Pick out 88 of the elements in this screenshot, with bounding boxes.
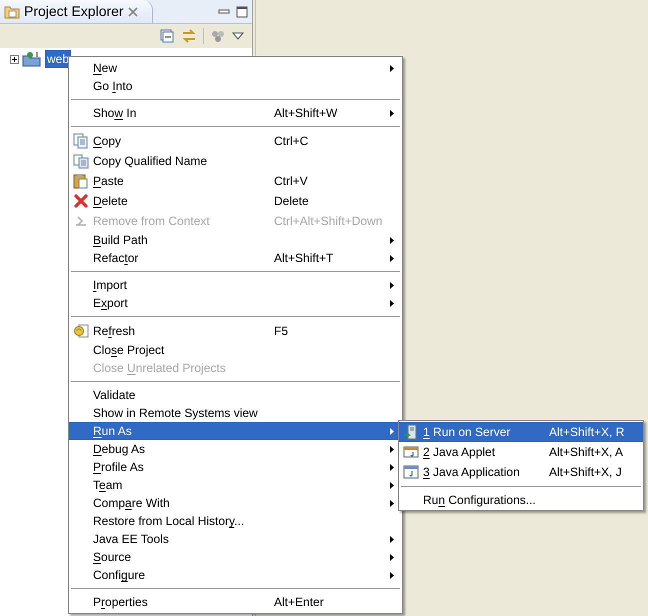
view-tab[interactable]: Project Explorer: [0, 0, 153, 23]
menu-label: Profile As: [93, 460, 144, 474]
menu-item[interactable]: Team: [69, 476, 402, 494]
shortcut-label: F5: [274, 323, 288, 340]
menu-item[interactable]: Configure: [69, 566, 402, 584]
menu-item[interactable]: Show In Alt+Shift+W: [69, 104, 402, 122]
menu-item[interactable]: Copy Ctrl+C: [69, 131, 402, 151]
menu-label: Copy Qualified Name: [93, 154, 208, 168]
shortcut-label: Alt+Shift+X, A: [549, 444, 624, 461]
menu-label: Restore from Local History...: [93, 514, 244, 528]
menu-item[interactable]: Source: [69, 548, 402, 566]
shortcut-label: Alt+Shift+X, R: [549, 424, 624, 441]
server-icon: [403, 424, 419, 440]
close-icon[interactable]: [128, 6, 138, 16]
shortcut-label: Ctrl+Alt+Shift+Down: [274, 213, 382, 230]
view-title: Project Explorer: [24, 2, 124, 21]
refresh-icon: [73, 323, 89, 339]
shortcut-label: Alt+Shift+W: [274, 105, 338, 122]
menu-item[interactable]: 1 Run on Server Alt+Shift+X, R: [399, 422, 643, 442]
menu-label: Validate: [93, 388, 136, 402]
menu-item[interactable]: Validate: [69, 386, 402, 404]
menu-item[interactable]: Debug As: [69, 440, 402, 458]
applet-icon: [403, 444, 419, 460]
menu-label: Close Unrelated Projects: [93, 361, 226, 375]
menu-label: 2 Java Applet: [423, 445, 496, 459]
menu-item[interactable]: Restore from Local History...: [69, 512, 402, 530]
menu-label: Import: [93, 278, 128, 292]
copy-icon: [73, 153, 89, 169]
menu-label: 3 Java Application: [423, 465, 520, 479]
tree-item[interactable]: web: [45, 50, 72, 68]
application-icon: [403, 464, 419, 480]
copy-icon: [73, 133, 89, 149]
menu-label: Show In: [93, 106, 136, 120]
menu-item[interactable]: Paste Ctrl+V: [69, 171, 402, 191]
menu-item[interactable]: Compare With: [69, 494, 402, 512]
menu-item[interactable]: Profile As: [69, 458, 402, 476]
menu-label: Refresh: [93, 324, 136, 338]
project-folder-icon: [22, 51, 42, 67]
menu-label: Remove from Context: [93, 214, 210, 228]
menu-label: Source: [93, 550, 132, 564]
shortcut-label: Alt+Enter: [274, 594, 324, 611]
view-menu-icon[interactable]: [232, 32, 244, 40]
menu-item[interactable]: Export: [69, 294, 402, 312]
menu-label: Go Into: [93, 79, 132, 93]
menu-label: Team: [93, 478, 122, 492]
menu-item[interactable]: New: [69, 59, 402, 77]
menu-label: Close Project: [93, 343, 164, 357]
menu-label: Refactor: [93, 251, 138, 265]
menu-item[interactable]: Java EE Tools: [69, 530, 402, 548]
menu-label: Debug As: [93, 442, 146, 456]
menu-label: 1 Run on Server: [423, 425, 510, 439]
shortcut-label: Ctrl+V: [274, 173, 308, 190]
menu-item[interactable]: Show in Remote Systems view: [69, 404, 402, 422]
collapse-all-icon[interactable]: [159, 28, 175, 44]
menu-label: Compare With: [93, 496, 170, 510]
shortcut-label: Alt+Shift+X, J: [549, 464, 622, 481]
menu-label: Java EE Tools: [93, 532, 169, 546]
menu-label: Properties: [93, 595, 148, 609]
menu-label: Build Path: [93, 233, 148, 247]
menu-item[interactable]: Run Configurations...: [399, 491, 643, 509]
menu-item[interactable]: Refactor Alt+Shift+T: [69, 249, 402, 267]
menu-label: Export: [93, 296, 128, 310]
menu-item[interactable]: Properties Alt+Enter: [69, 593, 402, 611]
menu-item[interactable]: Refresh F5: [69, 321, 402, 341]
shortcut-label: Delete: [274, 193, 309, 210]
folder-icon: [4, 4, 20, 18]
maximize-icon[interactable]: [236, 6, 248, 18]
menu-item[interactable]: 2 Java Applet Alt+Shift+X, A: [399, 442, 643, 462]
menu-label: Run Configurations...: [423, 493, 536, 507]
menu-label: New: [93, 61, 118, 75]
menu-item[interactable]: 3 Java Application Alt+Shift+X, J: [399, 462, 643, 482]
clipboard-icon: [73, 173, 89, 189]
menu-item[interactable]: Delete Delete: [69, 191, 402, 211]
shortcut-label: Alt+Shift+T: [274, 250, 334, 267]
menu-label: Delete: [93, 194, 128, 208]
delete-icon: [73, 193, 89, 209]
menu-item[interactable]: Copy Qualified Name: [69, 151, 402, 171]
expand-icon[interactable]: [10, 54, 19, 64]
menu-label: Show in Remote Systems view: [93, 406, 258, 420]
shortcut-label: Ctrl+C: [274, 133, 308, 150]
menu-label: Copy: [93, 134, 122, 148]
menu-label: Configure: [93, 568, 146, 582]
menu-item[interactable]: Close Project: [69, 341, 402, 359]
menu-item[interactable]: Import: [69, 276, 402, 294]
menu-label: Run As: [93, 424, 132, 438]
menu-label: Paste: [93, 174, 124, 188]
menu-item[interactable]: Build Path: [69, 231, 402, 249]
menu-item[interactable]: Go Into: [69, 77, 402, 95]
